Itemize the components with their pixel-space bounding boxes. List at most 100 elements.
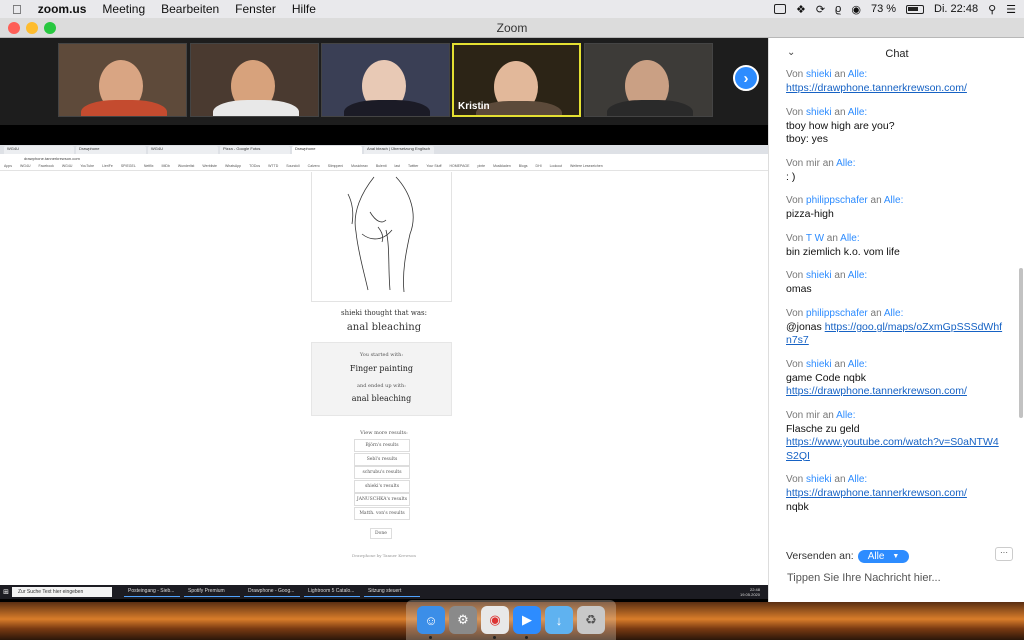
browser-tab[interactable]: Anal bleach | Übersetzung Englisch	[364, 146, 434, 154]
system-preferences-icon[interactable]: ⚙	[449, 606, 477, 634]
menu-hilfe[interactable]: Hilfe	[292, 2, 316, 16]
bookmark-item[interactable]: Twitter	[408, 164, 418, 168]
bookmark-item[interactable]: WG4U	[20, 164, 31, 168]
apple-menu-icon[interactable]: 	[12, 2, 22, 17]
bookmark-item[interactable]: Musikladen	[493, 164, 511, 168]
bookmark-item[interactable]: YouTube	[80, 164, 94, 168]
chat-link[interactable]: https://drawphone.tannerkrewson.com/	[786, 82, 1004, 96]
chat-message-meta: Von philippschafer an Alle:	[786, 307, 1004, 321]
recipient-name: Alle:	[840, 232, 860, 244]
result-button[interactable]: shieki's results	[354, 479, 410, 493]
browser-tab-active[interactable]: Drawphone	[292, 146, 362, 154]
bookmark-item[interactable]: Weitere Lesezeichen	[570, 164, 603, 168]
sync-icon[interactable]: ⟳	[816, 3, 825, 16]
more-results-label: View more results:	[360, 430, 408, 436]
browser-tab[interactable]: Drawphone	[76, 146, 146, 154]
result-button[interactable]: Sebl's results	[354, 452, 410, 466]
result-button[interactable]: Björn's results	[354, 439, 410, 452]
active-speaker-video-tile[interactable]: Kristin	[452, 43, 581, 117]
camera-icon[interactable]	[773, 4, 786, 14]
taskbar-search-input[interactable]: Zur Suche Text hier eingeben	[12, 587, 112, 597]
menu-meeting[interactable]: Meeting	[102, 2, 145, 16]
bookmark-item[interactable]: Calvero	[308, 164, 320, 168]
bookmark-item[interactable]: Blogs	[519, 164, 528, 168]
bookmark-item[interactable]: WTTD	[268, 164, 278, 168]
chat-message-meta: Von T W an Alle:	[786, 232, 1004, 246]
chat-message-meta: Von mir an Alle:	[786, 157, 1004, 171]
bookmark-item[interactable]: WG4U	[62, 164, 73, 168]
participant-video-tile[interactable]	[58, 43, 187, 117]
bookmark-item[interactable]: DHI	[536, 164, 542, 168]
participant-video-tile[interactable]	[321, 43, 450, 117]
browser-url-bar[interactable]: drawphone.tannerkrewson.com	[0, 154, 768, 162]
finder-icon[interactable]: ☺	[417, 606, 445, 639]
trash-icon[interactable]: ♻	[577, 606, 605, 634]
menu-bearbeiten[interactable]: Bearbeiten	[161, 2, 219, 16]
participant-video-tile[interactable]	[190, 43, 319, 117]
more-options-button[interactable]: ···	[995, 547, 1013, 561]
chat-message: Von shieki an Alle: tboy how high are you…	[786, 106, 1004, 147]
menu-fenster[interactable]: Fenster	[235, 2, 276, 16]
chat-message-list: Von shieki an Alle: https://drawphone.tan…	[786, 68, 1004, 548]
bookmark-item[interactable]: Lookout	[550, 164, 562, 168]
meta-von: Von	[786, 307, 804, 319]
next-page-arrow-icon[interactable]: ›	[733, 65, 759, 91]
browser-tab[interactable]: Pizza - Google Fotos	[220, 146, 290, 154]
zoom-icon[interactable]: ▶	[513, 606, 541, 639]
result-button[interactable]: schrubu's results	[354, 466, 410, 479]
spotlight-search-icon[interactable]: ⚲	[988, 3, 996, 16]
browser-tab[interactable]: WG4U	[4, 146, 74, 154]
wifi-icon[interactable]: ◉	[851, 3, 861, 16]
chat-message-meta: Von shieki an Alle:	[786, 68, 1004, 82]
taskbar-task[interactable]: Drawphone - Goog...	[244, 587, 300, 597]
bookmark-item[interactable]: Werbliste	[202, 164, 217, 168]
meta-an: an	[870, 195, 882, 206]
send-to-dropdown[interactable]: Alle ▼	[857, 549, 910, 563]
bookmark-item[interactable]: last	[395, 164, 400, 168]
bookmark-item[interactable]: SPIEGEL	[121, 164, 136, 168]
chat-link[interactable]: @jonas https://goo.gl/maps/oZxmGpSSSdWhf…	[786, 321, 1004, 348]
chat-link[interactable]: https://drawphone.tannerkrewson.com/	[786, 385, 1004, 399]
menu-clock[interactable]: Di. 22:48	[934, 3, 978, 15]
meta-von: Von	[786, 409, 804, 421]
bookmark-item[interactable]: Apps	[4, 164, 12, 168]
chat-scrollbar[interactable]	[1019, 268, 1023, 418]
bookmark-item[interactable]: IMDb	[162, 164, 170, 168]
chrome-icon[interactable]: ◉	[481, 606, 509, 639]
bookmark-item[interactable]: TODos	[249, 164, 260, 168]
result-button[interactable]: Matth. von's results	[354, 506, 410, 520]
chat-message-text: Flasche zu geld	[786, 422, 860, 435]
sender-name: shieki	[806, 106, 832, 118]
browser-tab[interactable]: WG4U	[148, 146, 218, 154]
battery-icon[interactable]	[906, 4, 925, 14]
bookmark-item[interactable]: Soundcli	[286, 164, 299, 168]
chat-link[interactable]: https://drawphone.tannerkrewson.com/	[786, 487, 1004, 501]
taskbar-task[interactable]: Sitzung steuert	[364, 587, 420, 597]
bookmark-item[interactable]: pinte	[477, 164, 485, 168]
chat-message-input[interactable]	[781, 568, 1013, 588]
bluetooth-icon[interactable]: ϱ	[835, 3, 841, 15]
bookmark-item[interactable]: WhatsApp	[225, 164, 241, 168]
bookmark-item[interactable]: Your Stuff	[426, 164, 441, 168]
bookmark-item[interactable]: HOMEPAGE	[450, 164, 470, 168]
dropbox-icon[interactable]: ❖	[796, 3, 806, 16]
bookmark-item[interactable]: Netflix	[144, 164, 154, 168]
bookmark-item[interactable]: Bulenti	[376, 164, 387, 168]
chat-link[interactable]: https://www.youtube.com/watch?v=S0aNTW4S…	[786, 436, 1004, 463]
bookmark-item[interactable]: Musicheav	[351, 164, 368, 168]
taskbar-task[interactable]: Spotify Premium	[184, 587, 240, 597]
notification-center-icon[interactable]: ☰	[1006, 3, 1016, 16]
done-button[interactable]: Done	[370, 528, 392, 539]
bookmark-item[interactable]: Facebook	[38, 164, 53, 168]
participant-video-tile[interactable]	[584, 43, 713, 117]
taskbar-task[interactable]: Posteingang - Sieb...	[124, 587, 180, 597]
windows-start-icon[interactable]: ⊞	[0, 588, 12, 596]
taskbar-task[interactable]: Lightroom 5 Catalo...	[304, 587, 360, 597]
result-button[interactable]: JANUSCHKA's results	[354, 493, 410, 506]
answer-text: anal bleaching	[346, 322, 422, 333]
downloads-folder-icon[interactable]: ↓	[545, 606, 573, 634]
bookmark-item[interactable]: Slimppeni	[328, 164, 343, 168]
bookmark-item[interactable]: Wunderlist	[178, 164, 194, 168]
bookmark-item[interactable]: LieriFe	[102, 164, 113, 168]
app-menu[interactable]: zoom.us	[38, 2, 87, 16]
